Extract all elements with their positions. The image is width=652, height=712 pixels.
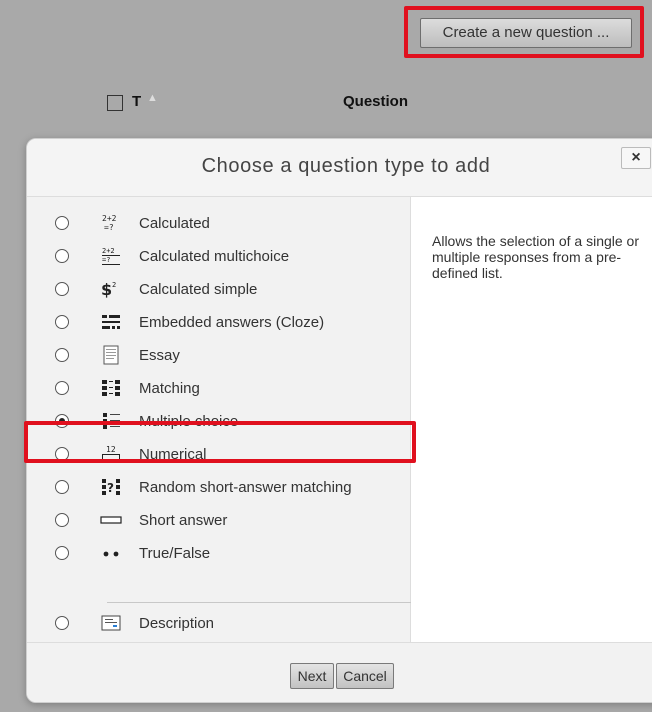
random-matching-icon: ? (100, 476, 122, 498)
option-label: Embedded answers (Cloze) (139, 314, 325, 331)
list-separator (107, 602, 411, 603)
calculated-simple-icon: $2 (100, 278, 122, 300)
create-question-button[interactable]: Create a new question ... (420, 18, 632, 48)
radio-calculated-simple[interactable] (55, 282, 69, 296)
radio-essay[interactable] (55, 348, 69, 362)
option-matching[interactable]: Matching (27, 372, 411, 405)
radio-matching[interactable] (55, 381, 69, 395)
svg-text:2+2: 2+2 (102, 247, 115, 255)
option-label: Calculated (139, 215, 210, 232)
essay-icon (100, 344, 122, 366)
dialog-body: 2+2 =? Calculated 2+2 =? Calculated multic… (27, 197, 652, 642)
option-description[interactable]: Description (27, 607, 411, 640)
true-false-icon (100, 542, 122, 564)
calculated-icon: 2+2 =? (100, 212, 122, 234)
description-icon (100, 612, 122, 634)
multiple-choice-highlight (24, 421, 416, 463)
option-random-short-answer-matching[interactable]: ? Random short-answer matching (27, 471, 411, 504)
close-icon[interactable]: × (621, 147, 651, 169)
option-calculated-simple[interactable]: $2 Calculated simple (27, 273, 411, 306)
dialog-title: Choose a question type to add (201, 155, 491, 177)
option-label: Calculated multichoice (139, 248, 290, 265)
radio-description[interactable] (55, 616, 69, 630)
option-embedded-answers[interactable]: Embedded answers (Cloze) (27, 306, 411, 339)
radio-short-answer[interactable] (55, 513, 69, 527)
svg-text:2: 2 (112, 281, 116, 289)
question-bank-page: Create a new question ... T ▲ Question C… (0, 0, 652, 712)
svg-text:=?: =? (104, 223, 114, 232)
option-calculated[interactable]: 2+2 =? Calculated (27, 207, 411, 240)
dialog-footer: Next Cancel (27, 642, 652, 702)
cancel-button[interactable]: Cancel (336, 663, 394, 689)
option-label: Calculated simple (139, 281, 258, 298)
option-true-false[interactable]: True/False (27, 537, 411, 570)
option-label: Essay (139, 347, 180, 364)
option-label: Description (139, 615, 215, 632)
question-type-summary: Allows the selection of a single or mult… (432, 233, 639, 281)
next-button[interactable]: Next (290, 663, 334, 689)
svg-text:?: ? (107, 481, 114, 495)
option-label: Short answer (139, 512, 228, 529)
option-short-answer[interactable]: Short answer (27, 504, 411, 537)
svg-text:=?: =? (102, 256, 110, 264)
short-answer-icon (100, 509, 122, 531)
option-label: True/False (139, 545, 211, 562)
radio-true-false[interactable] (55, 546, 69, 560)
radio-random-short-answer-matching[interactable] (55, 480, 69, 494)
option-essay[interactable]: Essay (27, 339, 411, 372)
option-calculated-multichoice[interactable]: 2+2 =? Calculated multichoice (27, 240, 411, 273)
select-all-checkbox[interactable] (107, 95, 123, 111)
matching-icon (100, 377, 122, 399)
radio-embedded-answers[interactable] (55, 315, 69, 329)
svg-text:$: $ (101, 280, 112, 299)
radio-calculated-multichoice[interactable] (55, 249, 69, 263)
question-type-list: 2+2 =? Calculated 2+2 =? Calculated multic… (27, 197, 411, 642)
sort-ascending-icon[interactable]: ▲ (147, 92, 158, 104)
option-label: Matching (139, 380, 200, 397)
type-column-header[interactable]: T (132, 93, 141, 110)
cloze-icon (100, 311, 122, 333)
svg-text:2+2: 2+2 (102, 214, 117, 223)
dialog-header: Choose a question type to add × (27, 139, 652, 197)
calculated-multichoice-icon: 2+2 =? (100, 245, 122, 267)
option-label: Random short-answer matching (139, 479, 352, 496)
question-column-header[interactable]: Question (343, 93, 408, 110)
radio-calculated[interactable] (55, 216, 69, 230)
